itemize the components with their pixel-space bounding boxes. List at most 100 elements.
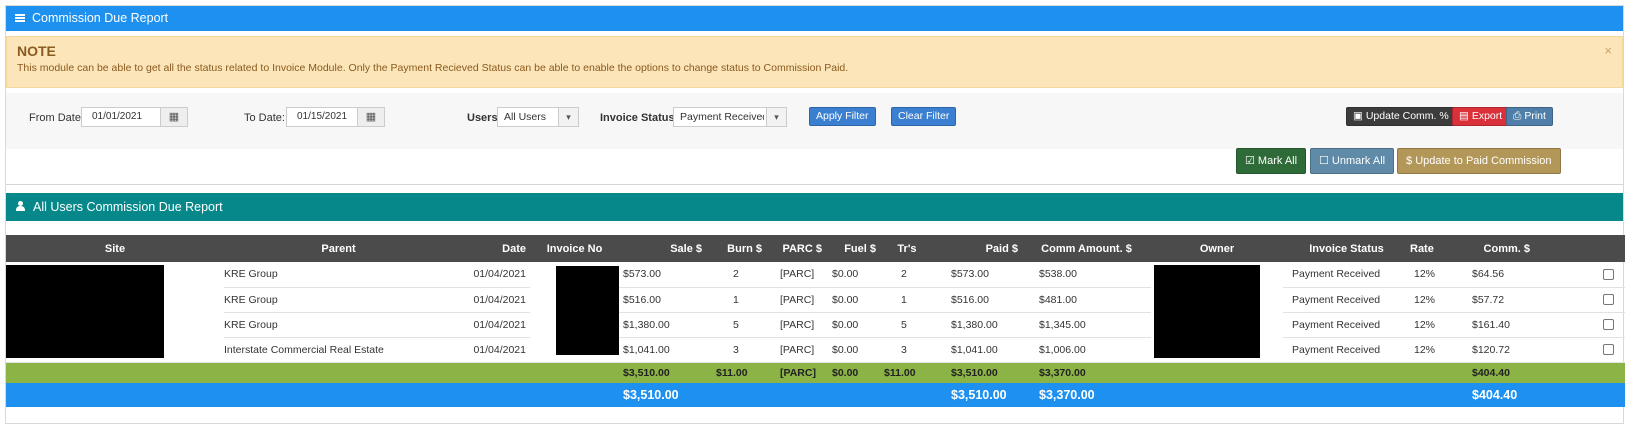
col-trs[interactable]: Tr's <box>880 235 934 262</box>
list-icon <box>15 13 25 22</box>
note-heading: NOTE <box>17 43 56 59</box>
unmark-all-button[interactable]: ☐ Unmark All <box>1310 148 1395 174</box>
page-title: Commission Due Report <box>32 11 169 25</box>
status-cell: Payment Received <box>1283 337 1410 363</box>
invoice-status-label: Invoice Status <box>600 112 675 124</box>
fuel-cell: $0.00 <box>826 312 880 338</box>
col-invoice-status[interactable]: Invoice Status <box>1283 235 1410 262</box>
update-comm-button[interactable]: ▣ Update Comm. % <box>1346 107 1456 126</box>
col-burn[interactable]: Burn $ <box>706 235 766 262</box>
fuel-cell: $0.00 <box>826 337 880 363</box>
row-checkbox[interactable] <box>1603 294 1614 306</box>
total-empty <box>1534 383 1625 407</box>
to-date-label: To Date: <box>244 112 285 124</box>
table-header-row: Site Parent Date Invoice No Sale $ Burn … <box>6 235 1625 262</box>
chevron-down-icon: ▾ <box>766 108 786 126</box>
total-empty <box>826 383 880 407</box>
parc-cell: [PARC] <box>766 287 826 313</box>
col-paid[interactable]: Paid $ <box>934 235 1022 262</box>
col-fuel[interactable]: Fuel $ <box>826 235 880 262</box>
col-parent[interactable]: Parent <box>224 235 453 262</box>
col-parc[interactable]: PARC $ <box>766 235 826 262</box>
calendar-icon[interactable]: ▦ <box>160 107 188 127</box>
subtotal-empty <box>453 362 530 383</box>
rate-cell: 12% <box>1410 337 1464 363</box>
export-button[interactable]: ▤ Export <box>1452 107 1510 126</box>
trs-cell: 5 <box>880 312 934 338</box>
note-alert: NOTE This module can be able to get all … <box>6 36 1623 88</box>
subtotal-empty <box>224 362 453 383</box>
col-select <box>1534 235 1625 262</box>
users-select[interactable]: All Users ▾ <box>497 107 579 127</box>
users-label: Users <box>467 112 498 124</box>
report-panel: Commission Due Report NOTE This module c… <box>5 5 1625 424</box>
paid-cell: $573.00 <box>934 262 1022 288</box>
comm-cell: $64.56 <box>1464 262 1534 288</box>
users-select-value: All Users <box>504 111 547 123</box>
invoice-status-value: Payment Received <box>680 111 764 123</box>
comm-amount-cell: $538.00 <box>1022 262 1151 288</box>
col-comm-amount[interactable]: Comm Amount. $ <box>1022 235 1151 262</box>
col-date[interactable]: Date <box>453 235 530 262</box>
total-paid: $3,510.00 <box>934 383 1022 407</box>
update-paid-commission-button[interactable]: $ Update to Paid Commission <box>1397 148 1561 174</box>
subtotal-empty <box>6 362 224 383</box>
total-empty <box>224 383 453 407</box>
sale-cell: $1,041.00 <box>619 337 706 363</box>
print-button[interactable]: ⎙ Print <box>1506 107 1553 126</box>
from-date-label: From Date: <box>29 112 85 124</box>
col-site[interactable]: Site <box>6 235 224 262</box>
subtotal-empty <box>1151 362 1283 383</box>
subtotal-paid: $3,510.00 <box>934 362 1022 383</box>
close-icon[interactable]: × <box>1604 43 1612 58</box>
mark-all-label: Mark All <box>1257 155 1298 167</box>
subtotal-empty <box>1534 362 1625 383</box>
parent-cell: Interstate Commercial Real Estate <box>224 337 453 363</box>
trs-cell: 1 <box>880 287 934 313</box>
col-comm[interactable]: Comm. $ <box>1464 235 1534 262</box>
date-cell: 01/04/2021 <box>453 312 530 338</box>
table-row: KRE Group 01/04/2021 $1,380.00 5 [PARC] … <box>6 312 1625 338</box>
row-checkbox[interactable] <box>1603 344 1614 356</box>
total-empty <box>1410 383 1464 407</box>
invoice-cell-redacted <box>530 262 619 363</box>
commission-table: Site Parent Date Invoice No Sale $ Burn … <box>6 235 1625 407</box>
paid-cell: $1,380.00 <box>934 312 1022 338</box>
select-cell <box>1534 287 1625 313</box>
col-rate[interactable]: Rate <box>1410 235 1464 262</box>
mark-all-button[interactable]: ☑ Mark All <box>1236 148 1307 174</box>
subtotal-burn: $11.00 <box>706 362 766 383</box>
date-cell: 01/04/2021 <box>453 337 530 363</box>
fuel-cell: $0.00 <box>826 287 880 313</box>
subtotal-parc: [PARC] <box>766 362 826 383</box>
chevron-down-icon: ▾ <box>558 108 578 126</box>
fuel-cell: $0.00 <box>826 262 880 288</box>
subtotal-trs: $11.00 <box>880 362 934 383</box>
to-date-input[interactable]: 01/15/2021 <box>286 107 358 127</box>
status-cell: Payment Received <box>1283 312 1410 338</box>
subtotal-sale: $3,510.00 <box>619 362 706 383</box>
pdf-icon: ▤ <box>1459 110 1472 122</box>
total-sale: $3,510.00 <box>619 383 706 407</box>
clear-filter-button[interactable]: Clear Filter <box>891 107 957 126</box>
row-checkbox[interactable] <box>1603 319 1614 331</box>
col-invoice-no[interactable]: Invoice No <box>530 235 619 262</box>
date-cell: 01/04/2021 <box>453 262 530 288</box>
invoice-status-select[interactable]: Payment Received ▾ <box>673 107 787 127</box>
row-checkbox[interactable] <box>1603 268 1614 280</box>
table-row: Interstate Commercial Real Estate 01/04/… <box>6 337 1625 363</box>
burn-cell: 1 <box>706 287 766 313</box>
sale-cell: $1,380.00 <box>619 312 706 338</box>
parent-cell: KRE Group <box>224 262 453 288</box>
parent-cell: KRE Group <box>224 287 453 313</box>
select-cell <box>1534 337 1625 363</box>
subtotal-empty <box>1283 362 1410 383</box>
rate-cell: 12% <box>1410 287 1464 313</box>
from-date-input[interactable]: 01/01/2021 <box>81 107 161 127</box>
col-owner[interactable]: Owner <box>1151 235 1283 262</box>
calendar-icon[interactable]: ▦ <box>357 107 385 127</box>
apply-filter-button[interactable]: Apply Filter <box>809 107 876 126</box>
grand-total-row: $3,510.00 $3,510.00 $3,370.00 $404.40 <box>6 383 1625 407</box>
date-cell: 01/04/2021 <box>453 287 530 313</box>
col-sale[interactable]: Sale $ <box>619 235 706 262</box>
